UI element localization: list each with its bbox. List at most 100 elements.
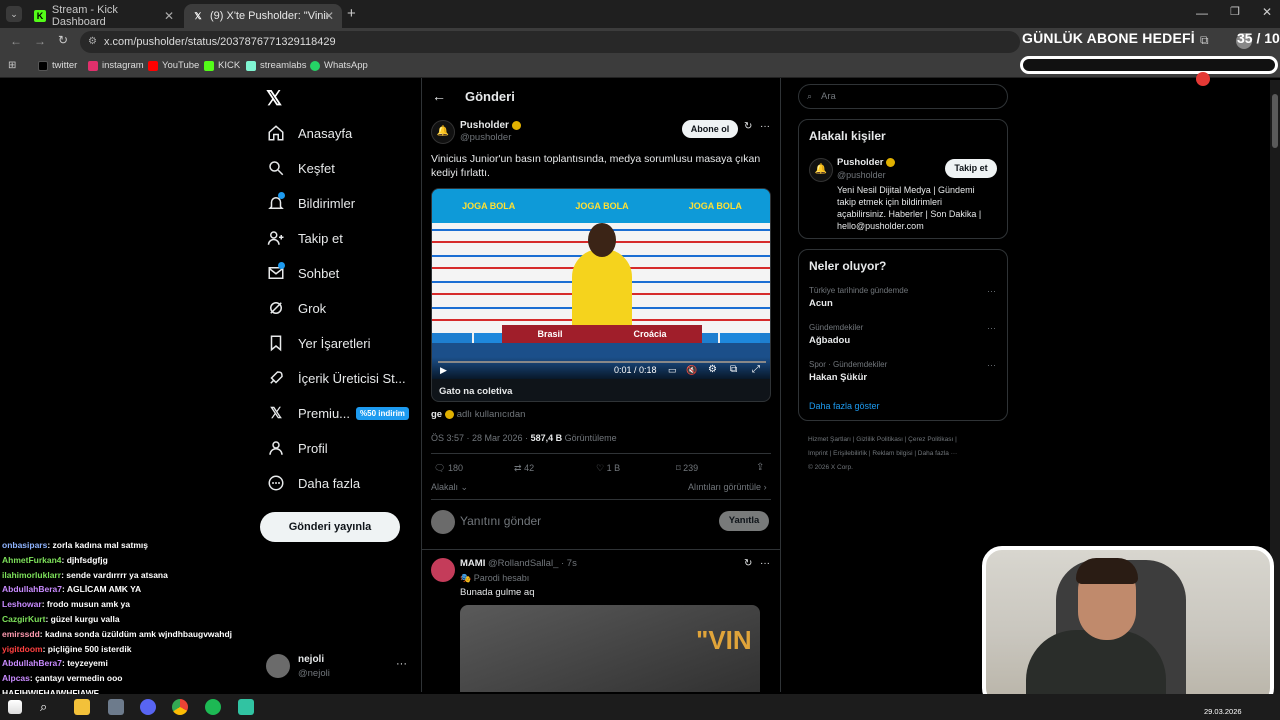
chat-username[interactable]: yigitdoom (2, 644, 43, 654)
notification-dot (278, 192, 285, 199)
chat-username[interactable]: CazgirKurt (2, 614, 45, 624)
avatar (431, 510, 455, 534)
show-more-link[interactable]: Daha fazla göster (809, 401, 880, 411)
trend-item[interactable]: Türkiye tarihinde gündemde Acun ··· (809, 286, 999, 316)
tab-list-icon[interactable]: ⌄ (6, 6, 22, 22)
more-icon[interactable]: ··· (760, 121, 770, 132)
chat-username[interactable]: AhmetFurkan4 (2, 555, 62, 565)
tab-x-post[interactable]: 𝕏 (9) X'te Pusholder: "Vinicius Jun ✕ (184, 4, 342, 28)
reply-action[interactable]: 🗨 180 (434, 463, 463, 474)
extension-icon[interactable]: ⧉ (1200, 33, 1209, 48)
back-arrow-icon[interactable]: ← (432, 88, 446, 104)
close-tab-icon[interactable]: ✕ (324, 9, 334, 23)
chat-username[interactable]: emirssdd (2, 629, 40, 639)
grok-explain-icon[interactable]: ↻ (744, 558, 752, 569)
view-quotes-link[interactable]: Alıntıları görüntüle › (688, 482, 767, 492)
search-input[interactable]: ⌕ Ara (798, 84, 1008, 109)
more-icon[interactable]: ··· (987, 360, 996, 370)
spotify-icon[interactable] (205, 699, 221, 715)
chat-username[interactable]: onbasipars (2, 540, 47, 550)
kick-icon (204, 60, 214, 71)
chat-username[interactable]: ilahimorluklarr (2, 570, 61, 580)
nav-bookmarks[interactable]: Yer İşaretleri (266, 331, 371, 355)
chat-username[interactable]: Alpcas (2, 673, 30, 683)
new-tab-button[interactable]: + (347, 5, 356, 22)
minimize-button[interactable]: — (1196, 6, 1208, 20)
forward-icon[interactable]: → (34, 34, 46, 48)
file-explorer-icon[interactable] (74, 699, 90, 715)
app-icon[interactable] (108, 699, 124, 715)
close-window-button[interactable]: ✕ (1262, 5, 1272, 19)
follow-button[interactable]: Takip et (945, 159, 997, 178)
x-logo-icon[interactable]: 𝕏 (266, 86, 282, 111)
settings-icon[interactable]: ⚙ (708, 364, 717, 375)
author-name[interactable]: Pusholder (460, 120, 521, 131)
windows-start-icon[interactable] (8, 700, 22, 714)
nav-messages[interactable]: Sohbet (266, 261, 339, 285)
more-icon[interactable]: ··· (396, 658, 407, 670)
search-icon[interactable]: ⌕ (40, 699, 56, 715)
grok-explain-icon[interactable]: ↻ (744, 121, 752, 132)
bookmark-twitter[interactable]: twitter (38, 60, 77, 71)
video-player[interactable]: JOGA BOLA JOGA BOLA JOGA BOLA Brasil Cro… (431, 188, 771, 402)
nav-profile[interactable]: Profil (266, 436, 328, 460)
related-name[interactable]: Pusholder (837, 157, 896, 168)
author-avatar[interactable]: 🔔 (431, 120, 455, 144)
nav-explore[interactable]: Keşfet (266, 156, 335, 180)
reply-author[interactable]: MAMI @RollandSallal_ · 7s (460, 558, 577, 569)
video-source[interactable]: ge adlı kullanıcıdan (431, 409, 525, 420)
apps-grid-icon[interactable]: ⊞ (8, 60, 16, 71)
reply-author-avatar[interactable] (431, 558, 455, 582)
mute-icon[interactable]: 🔇 (686, 365, 697, 376)
captions-icon[interactable]: ▭ (668, 365, 677, 376)
url-field[interactable]: ⚙ x.com/pusholder/status/203787677132911… (80, 31, 1020, 53)
bookmark-action[interactable]: ⌑ 239 (676, 463, 698, 474)
more-icon[interactable]: ··· (760, 558, 770, 569)
maximize-button[interactable]: ❐ (1230, 5, 1240, 18)
bookmark-youtube[interactable]: YouTube (148, 60, 199, 71)
chat-username[interactable]: AbdullahBera7 (2, 658, 62, 668)
tab-kick-dashboard[interactable]: K Stream - Kick Dashboard ✕ (26, 4, 182, 28)
nav-more[interactable]: Daha fazla (266, 471, 360, 495)
sort-replies[interactable]: Alakalı ⌄ (431, 482, 468, 493)
scroll-thumb[interactable] (1272, 94, 1278, 148)
share-icon[interactable]: ⇪ (756, 462, 764, 473)
site-info-icon[interactable]: ⚙ (88, 31, 97, 53)
reply-input[interactable]: Yanıtını gönder (460, 514, 541, 528)
chat-username[interactable]: AbdullahBera7 (2, 584, 62, 594)
bookmark-streamlabs[interactable]: streamlabs (246, 60, 306, 71)
bookmark-instagram[interactable]: instagram (88, 60, 144, 71)
close-tab-icon[interactable]: ✕ (164, 9, 174, 23)
repost-action[interactable]: ⇄ 42 (514, 463, 534, 474)
bookmark-whatsapp[interactable]: WhatsApp (310, 60, 368, 71)
chat-username[interactable]: Leshowar (2, 599, 42, 609)
chrome-icon[interactable] (172, 699, 188, 715)
play-icon[interactable]: ▶ (440, 365, 447, 376)
subscribe-button[interactable]: Abone ol (682, 120, 738, 138)
reply-media[interactable]: "VIN (460, 605, 760, 692)
streamlabs-icon[interactable] (238, 699, 254, 715)
discord-icon[interactable] (140, 699, 156, 715)
trend-item[interactable]: Gündemdekiler Ağbadou ··· (809, 323, 999, 353)
more-icon[interactable]: ··· (987, 286, 996, 296)
post-button[interactable]: Gönderi yayınla (260, 512, 400, 542)
nav-grok[interactable]: Grok (266, 296, 326, 320)
trend-item[interactable]: Spor · Gündemdekiler Hakan Şükür ··· (809, 360, 999, 390)
pip-icon[interactable]: ⧉ (730, 364, 737, 375)
nav-notifications[interactable]: Bildirimler (266, 191, 355, 215)
more-icon[interactable]: ··· (987, 323, 996, 333)
back-icon[interactable]: ← (10, 34, 22, 48)
fullscreen-icon[interactable]: ⤢ (752, 364, 760, 375)
related-avatar[interactable]: 🔔 (809, 158, 833, 182)
nav-home[interactable]: Anasayfa (266, 121, 352, 145)
like-action[interactable]: ♡ 1 B (596, 463, 620, 474)
nav-premium[interactable]: 𝕏 Premiu... %50 indirim (266, 401, 409, 425)
nav-creator-studio[interactable]: İçerik Üreticisi St... (266, 366, 406, 390)
bookmark-kick[interactable]: KICK (204, 60, 240, 71)
account-switcher[interactable]: nejoli @nejoli ··· (266, 652, 410, 682)
reply-button[interactable]: Yanıtla (719, 511, 769, 531)
reload-icon[interactable]: ↻ (58, 33, 68, 47)
search-icon (266, 158, 286, 178)
progress-track[interactable] (438, 361, 766, 363)
nav-follow[interactable]: Takip et (266, 226, 343, 250)
